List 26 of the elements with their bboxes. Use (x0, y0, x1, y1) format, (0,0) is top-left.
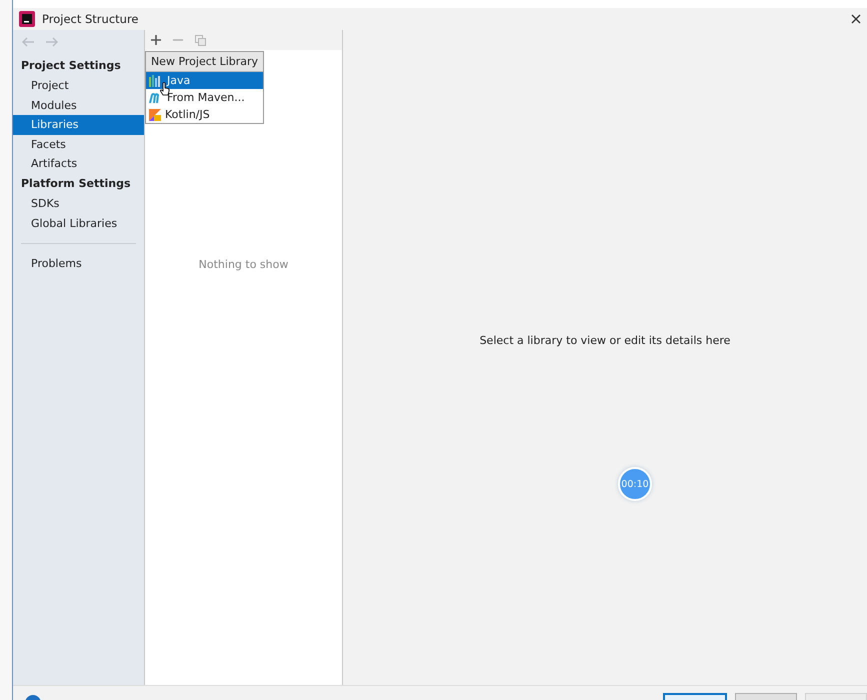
menu-item[interactable]: From Maven... (146, 89, 263, 106)
sidebar-item[interactable]: Global Libraries (13, 214, 144, 234)
sidebar-item[interactable]: Modules (13, 96, 144, 116)
forward-arrow-icon[interactable] (45, 36, 59, 48)
details-hint: Select a library to view or edit its details here (480, 334, 730, 348)
menu-item[interactable]: Java (146, 72, 263, 89)
back-arrow-icon[interactable] (21, 36, 35, 48)
close-icon[interactable] (851, 14, 861, 24)
sidebar-item[interactable]: Artifacts (13, 154, 144, 174)
add-icon[interactable] (151, 35, 161, 45)
popup-title: New Project Library (146, 52, 263, 72)
menu-item[interactable]: Kotlin/JS (146, 106, 263, 123)
section-heading: Platform Settings (20, 176, 132, 192)
timer-badge: 00:10 (618, 467, 652, 501)
bars-icon (149, 74, 163, 86)
empty-message: Nothing to show (198, 258, 288, 272)
section-heading: Project Settings (20, 58, 122, 74)
sidebar-item[interactable]: Project (13, 76, 144, 96)
sidebar-item[interactable]: SDKs (13, 194, 144, 214)
window-title: Project Structure (42, 12, 138, 26)
kotlin-icon (149, 108, 161, 120)
copy-icon[interactable] (195, 34, 206, 46)
sidebar-item[interactable]: Problems (13, 254, 144, 274)
sidebar-item[interactable]: Libraries (13, 115, 144, 135)
app-icon (19, 11, 35, 27)
sidebar-item[interactable]: Facets (13, 134, 144, 154)
